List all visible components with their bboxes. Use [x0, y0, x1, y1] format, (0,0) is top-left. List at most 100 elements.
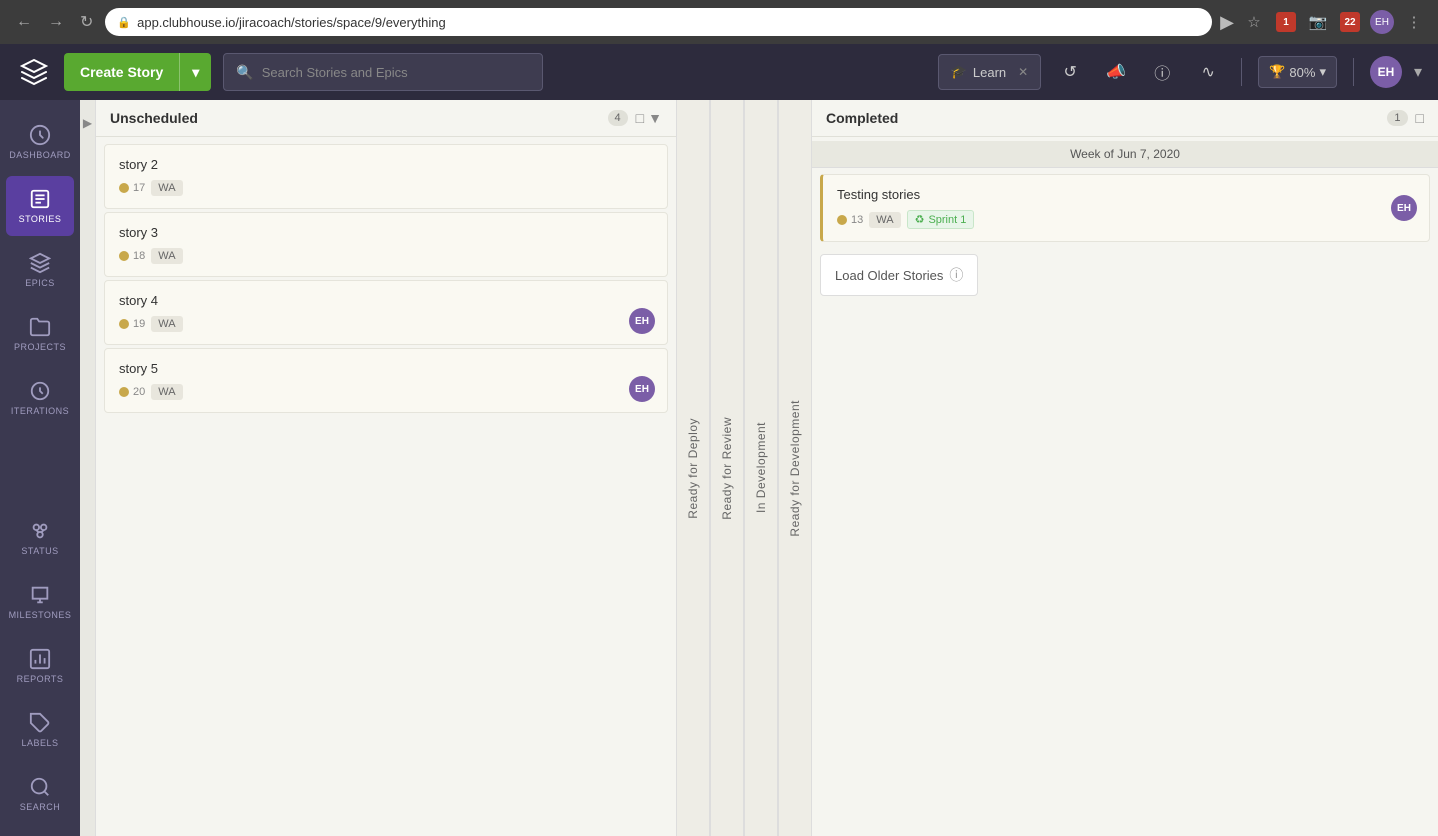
story-id: 17: [119, 182, 145, 194]
story-card[interactable]: story 4 19 WA EH: [104, 280, 668, 345]
back-button[interactable]: ←: [12, 9, 36, 35]
extension-icon[interactable]: 22: [1338, 10, 1362, 34]
story-label: WA: [151, 384, 182, 400]
user-dropdown-icon[interactable]: ▾: [1414, 62, 1422, 82]
projects-label: PROJECTS: [14, 342, 66, 352]
sidebar-item-status[interactable]: STATUS: [6, 508, 74, 568]
menu-icon[interactable]: ⋮: [1402, 10, 1426, 34]
create-story-label: Create Story: [64, 53, 179, 91]
star-icon[interactable]: ☆: [1242, 10, 1266, 34]
search-sidebar-icon: [29, 776, 51, 798]
logo-icon: [20, 58, 48, 86]
lock-icon: 🔒: [117, 16, 131, 29]
story-dot: [119, 251, 129, 261]
story-card[interactable]: story 3 18 WA: [104, 212, 668, 277]
story-avatar: EH: [629, 308, 655, 334]
story-card[interactable]: story 5 20 WA EH: [104, 348, 668, 413]
browser-chrome: ← → ↻ 🔒 app.clubhouse.io/jiracoach/stori…: [0, 0, 1438, 44]
unscheduled-title: Unscheduled: [110, 110, 600, 126]
story-number: 17: [133, 182, 145, 194]
ready-for-development-column: Ready for Development: [778, 100, 812, 836]
status-icon: [29, 520, 51, 542]
refresh-button[interactable]: ↻: [76, 8, 97, 36]
iterations-icon: [29, 380, 51, 402]
header-divider: [1241, 58, 1242, 86]
create-story-dropdown[interactable]: ▾: [179, 53, 211, 91]
reports-icon: [29, 648, 51, 670]
sidebar-item-projects[interactable]: PROJECTS: [6, 304, 74, 364]
trophy-icon: 🏆: [1269, 64, 1285, 80]
story-label: WA: [151, 316, 182, 332]
forward-button[interactable]: →: [44, 9, 68, 35]
completed-title: Completed: [826, 110, 1379, 126]
address-bar[interactable]: 🔒 app.clubhouse.io/jiracoach/stories/spa…: [105, 8, 1212, 36]
app-header: Create Story ▾ 🔍 Search Stories and Epic…: [0, 44, 1438, 100]
profile-icon[interactable]: 1: [1274, 10, 1298, 34]
story-dot: [119, 387, 129, 397]
story-meta: 19 WA: [119, 316, 653, 332]
activity-icon[interactable]: ∿: [1191, 55, 1225, 89]
content-area: ▶ Unscheduled 4 □ ▼ story 2: [80, 100, 1438, 836]
sidebar-item-epics[interactable]: EPICS: [6, 240, 74, 300]
collapse-handle[interactable]: ▶: [80, 100, 96, 836]
story-title: Testing stories: [837, 187, 1415, 202]
unscheduled-count: 4: [608, 110, 628, 126]
sidebar-item-search[interactable]: SEARCH: [6, 764, 74, 824]
story-number: 13: [851, 214, 863, 226]
column-expand-icon[interactable]: □: [636, 110, 644, 126]
app-logo[interactable]: [16, 54, 52, 90]
score-value: 80%: [1289, 65, 1315, 80]
sidebar-item-labels[interactable]: LABELS: [6, 700, 74, 760]
projects-icon: [29, 316, 51, 338]
status-label: STATUS: [21, 546, 58, 556]
story-avatar: EH: [1391, 195, 1417, 221]
sprint-name: Sprint 1: [928, 214, 966, 226]
sprint-icon: ♻: [915, 213, 925, 226]
unscheduled-stories-list: story 2 17 WA story 3: [96, 137, 676, 836]
user-avatar-browser[interactable]: EH: [1370, 10, 1394, 34]
milestones-label: MILESTONES: [9, 610, 72, 620]
history-icon[interactable]: ↺: [1053, 55, 1087, 89]
story-title: story 2: [119, 157, 653, 172]
ready-for-deploy-label: Ready for Deploy: [686, 418, 700, 519]
column-actions: □ ▼: [636, 110, 662, 126]
dashboard-icon: [29, 124, 51, 146]
stories-label: STORIES: [19, 214, 62, 224]
story-label: WA: [151, 180, 182, 196]
header-divider-2: [1353, 58, 1354, 86]
sidebar: DASHBOARD STORIES EPICS PROJECTS: [0, 100, 80, 836]
user-avatar[interactable]: EH: [1370, 56, 1402, 88]
camera-icon[interactable]: 📷: [1306, 10, 1330, 34]
column-menu-icon[interactable]: ▼: [648, 110, 662, 126]
kanban-board: Unscheduled 4 □ ▼ story 2 17: [96, 100, 1438, 836]
search-bar[interactable]: 🔍 Search Stories and Epics: [223, 53, 543, 91]
epics-label: EPICS: [25, 278, 55, 288]
labels-icon: [29, 712, 51, 734]
unscheduled-column: Unscheduled 4 □ ▼ story 2 17: [96, 100, 676, 836]
score-dropdown-icon: ▾: [1319, 64, 1326, 80]
sidebar-item-stories[interactable]: STORIES: [6, 176, 74, 236]
sidebar-item-iterations[interactable]: ITERATIONS: [6, 368, 74, 428]
score-button[interactable]: 🏆 80% ▾: [1258, 56, 1337, 88]
completed-expand-icon[interactable]: □: [1416, 110, 1424, 126]
sidebar-item-milestones[interactable]: MILESTONES: [6, 572, 74, 632]
story-number: 19: [133, 318, 145, 330]
sidebar-item-dashboard[interactable]: DASHBOARD: [6, 112, 74, 172]
in-development-label: In Development: [754, 422, 768, 513]
ready-for-development-label: Ready for Development: [788, 400, 802, 537]
sidebar-item-reports[interactable]: REPORTS: [6, 636, 74, 696]
learn-close-icon[interactable]: ✕: [1018, 65, 1028, 79]
load-older-button[interactable]: Load Older Stories ⓘ: [820, 254, 978, 296]
url-text: app.clubhouse.io/jiracoach/stories/space…: [137, 15, 446, 30]
story-title: story 4: [119, 293, 653, 308]
cursor-indicator: ▶: [1220, 12, 1234, 33]
create-story-button[interactable]: Create Story ▾: [64, 53, 211, 91]
completed-column: Completed 1 □ Week of Jun 7, 2020 Testin…: [812, 100, 1438, 836]
completed-column-actions: □: [1416, 110, 1424, 126]
megaphone-icon[interactable]: 📣: [1099, 55, 1133, 89]
story-card[interactable]: story 2 17 WA: [104, 144, 668, 209]
story-card[interactable]: Testing stories 13 WA ♻ Sprint 1: [820, 174, 1430, 242]
help-icon[interactable]: ⓘ: [1145, 55, 1179, 89]
learn-button[interactable]: 🎓 Learn ✕: [938, 54, 1042, 90]
story-id: 20: [119, 386, 145, 398]
